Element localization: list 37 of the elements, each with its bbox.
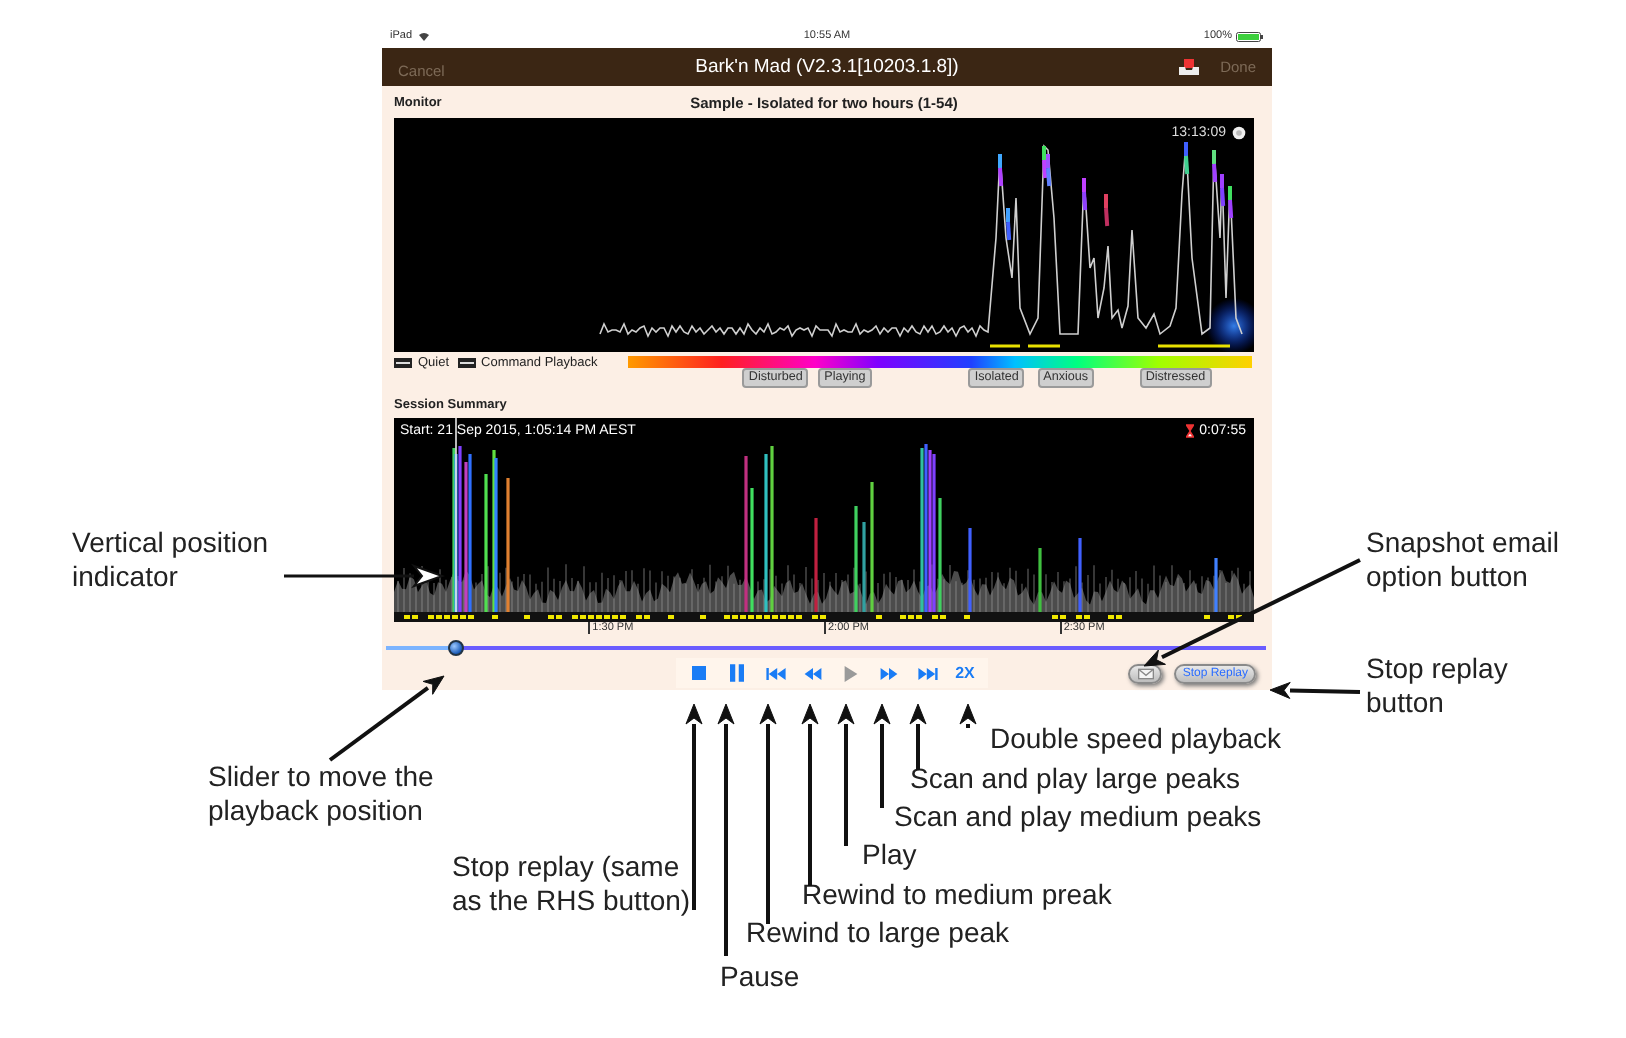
annotation-text: Stop replay button [1366, 652, 1510, 720]
skip-forward-icon [917, 667, 937, 679]
swatch-icon [457, 358, 476, 368]
hourglass-icon [1185, 424, 1194, 438]
arrow [328, 675, 445, 762]
email-button[interactable] [1128, 663, 1163, 683]
arrow [959, 703, 977, 728]
annotation-text: Double speed playback [990, 722, 1284, 756]
rewind-icon [804, 667, 822, 679]
annotation-text: Rewind to medium preak [802, 878, 1114, 912]
annotation-text: Scan and play medium peaks [894, 800, 1264, 834]
battery-icon [1236, 31, 1264, 41]
stop-icon [692, 666, 706, 680]
annotation-text: Vertical position indicator [72, 526, 271, 594]
app-title: Bark'n Mad (V2.3.1[10203.1.8]) [695, 56, 959, 78]
fast-forward-icon [880, 667, 898, 679]
annotation-text: Pause [720, 960, 802, 994]
pause-icon [730, 664, 744, 682]
annotation-text: Rewind to large peak [746, 916, 1012, 950]
annotation-text: Scan and play large peaks [910, 762, 1242, 796]
circle-icon [1232, 126, 1246, 140]
swatch-icon [394, 358, 412, 368]
arrow [873, 703, 891, 808]
annotation-text: Snapshot email option button [1366, 526, 1562, 594]
annotation-text: Play [862, 838, 919, 872]
speed-button[interactable]: 2X [946, 658, 984, 688]
wifi-icon [418, 31, 431, 41]
envelope-icon [1137, 667, 1154, 679]
annotation-text: Stop replay (same as the RHS button) [452, 850, 693, 918]
slider-thumb[interactable] [448, 640, 465, 656]
annotation-text: Slider to move the playback position [208, 760, 436, 828]
arrow [1269, 681, 1361, 699]
skip-back-icon [765, 667, 785, 679]
play-icon [844, 665, 858, 681]
arrow [837, 703, 855, 846]
arrow [909, 703, 927, 770]
tray-icon[interactable] [1178, 58, 1201, 76]
